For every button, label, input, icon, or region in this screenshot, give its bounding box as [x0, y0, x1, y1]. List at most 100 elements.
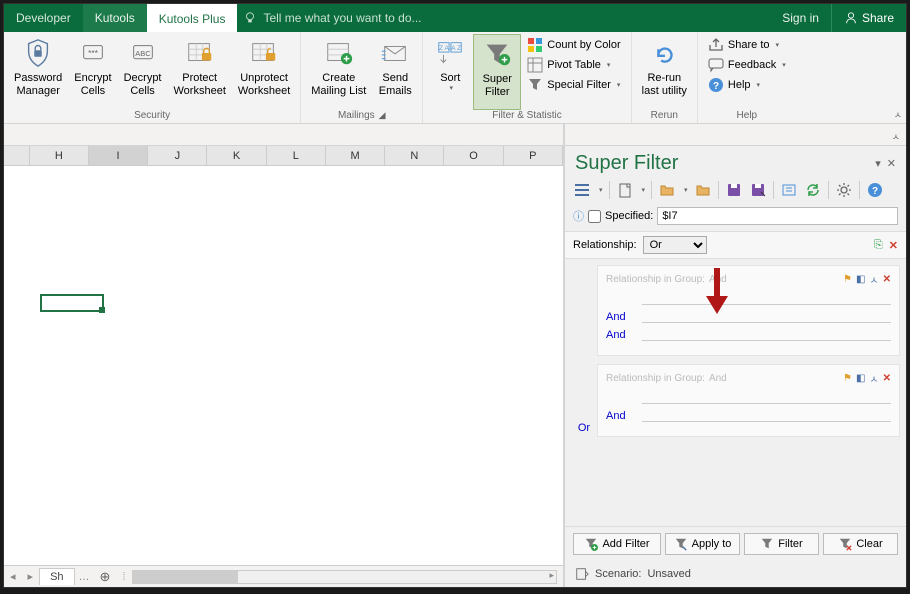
pane-collapse-caret[interactable]: ㅅ	[892, 130, 900, 143]
col-header[interactable]: N	[385, 146, 444, 165]
group-rel-value[interactable]: And	[709, 274, 727, 285]
filter-group-label: Filter & Statistic	[492, 110, 561, 123]
funnel-plus-icon	[584, 537, 598, 551]
col-header[interactable]: M	[326, 146, 385, 165]
scroll-right-button[interactable]: ▸	[549, 570, 554, 581]
protect-worksheet-button[interactable]: Protect Worksheet	[168, 34, 232, 110]
sign-in-button[interactable]: Sign in	[770, 4, 831, 32]
col-header[interactable]: H	[30, 146, 89, 165]
new-scenario-icon[interactable]	[616, 181, 634, 199]
chevron-down-icon: ▾	[776, 41, 780, 49]
relationship-select[interactable]: Or	[643, 236, 707, 254]
open-folder-icon[interactable]	[658, 181, 676, 199]
help-button[interactable]: ? Help▾	[706, 76, 788, 94]
password-manager-label: Password Manager	[14, 72, 62, 97]
apply-to-button[interactable]: Apply to	[665, 533, 740, 555]
share-to-button[interactable]: Share to▾	[706, 36, 788, 54]
filter-condition[interactable]: And	[606, 329, 891, 341]
group-rel-value[interactable]: And	[709, 373, 727, 384]
tab-kutools[interactable]: Kutools	[83, 4, 147, 32]
help-icon[interactable]: ?	[866, 181, 884, 199]
group-delete-icon[interactable]: ✕	[883, 274, 891, 285]
selected-cell[interactable]	[40, 294, 104, 312]
group-expand-icon[interactable]: ◧	[856, 373, 865, 384]
send-emails-button[interactable]: Send Emails	[372, 34, 418, 110]
pane-close-button[interactable]: ✕	[887, 157, 896, 170]
special-filter-button[interactable]: Special Filter▾	[525, 76, 622, 94]
column-headers[interactable]: H I J K L M N O P	[4, 146, 563, 166]
specified-range-input[interactable]	[657, 207, 898, 225]
encrypt-cells-button[interactable]: *** Encrypt Cells	[68, 34, 117, 110]
gear-icon[interactable]	[835, 181, 853, 199]
tab-splitter[interactable]: ⁞	[122, 571, 125, 583]
save-as-icon[interactable]	[749, 181, 767, 199]
group-flag-icon[interactable]: ⚑	[843, 274, 852, 285]
group-flag-icon[interactable]: ⚑	[843, 373, 852, 384]
sheet-nav-next[interactable]: ▸	[22, 570, 40, 583]
info-icon[interactable]: ⓘ	[573, 208, 584, 224]
sheet-tab[interactable]: Sh	[39, 568, 74, 585]
encrypt-cells-label: Encrypt Cells	[74, 72, 111, 97]
delete-relationship-icon[interactable]: ✕	[889, 239, 898, 252]
create-mailing-list-button[interactable]: Create Mailing List	[305, 34, 372, 110]
filter-condition[interactable]: -	[606, 293, 891, 305]
collapse-ribbon-button[interactable]: ㅅ	[894, 108, 902, 121]
col-header[interactable]: J	[148, 146, 207, 165]
feedback-button[interactable]: Feedback▾	[706, 56, 788, 74]
funnel-icon	[760, 537, 774, 551]
super-filter-button[interactable]: Super Filter	[473, 34, 521, 110]
spreadsheet-grid[interactable]	[4, 166, 563, 565]
share-button[interactable]: Share	[831, 4, 906, 32]
sheet-tab-more[interactable]: …	[75, 571, 94, 583]
save-icon[interactable]	[725, 181, 743, 199]
add-filter-button[interactable]: Add Filter	[573, 533, 661, 555]
menu-icon[interactable]	[573, 181, 591, 199]
share-to-icon	[708, 37, 724, 53]
tell-me-search[interactable]: Tell me what you want to do...	[237, 4, 770, 32]
filter-button[interactable]: Filter	[744, 533, 819, 555]
filter-condition[interactable]: And	[606, 410, 891, 422]
col-header[interactable]: P	[504, 146, 563, 165]
rerun-button[interactable]: Re-run last utility	[636, 34, 693, 110]
refresh-icon[interactable]	[804, 181, 822, 199]
col-header[interactable]: K	[207, 146, 266, 165]
group-expand-icon[interactable]: ◧	[856, 274, 865, 285]
group-up-icon[interactable]: ㅅ	[869, 272, 878, 287]
clear-button[interactable]: Clear	[823, 533, 898, 555]
group-delete-icon[interactable]: ✕	[883, 373, 891, 384]
mailings-group-label: Mailings	[338, 110, 375, 121]
clear-label: Clear	[856, 538, 882, 550]
sort-icon: Z AA Z	[433, 36, 467, 70]
decrypt-cells-button[interactable]: ABC Decrypt Cells	[118, 34, 168, 110]
filter-group: Relationship in Group: And ⚑ ◧ ㅅ ✕ - And…	[597, 265, 900, 356]
password-manager-button[interactable]: Password Manager	[8, 34, 68, 110]
folder-icon[interactable]	[694, 181, 712, 199]
mailings-dialog-launcher[interactable]: ◢	[379, 110, 386, 121]
pivot-table-button[interactable]: Pivot Table▾	[525, 56, 622, 74]
horizontal-scrollbar[interactable]: ◂▸	[132, 570, 558, 584]
specified-checkbox[interactable]	[588, 210, 601, 223]
pivot-table-label: Pivot Table	[547, 59, 601, 71]
filter-condition[interactable]: -	[606, 392, 891, 404]
shield-lock-icon	[21, 36, 55, 70]
scrollbar-thumb[interactable]	[133, 571, 239, 583]
filter-condition[interactable]: And	[606, 311, 891, 323]
range-select-icon[interactable]	[780, 181, 798, 199]
add-sheet-button[interactable]: ⊕	[94, 569, 117, 585]
add-group-icon[interactable]: ⎘	[874, 239, 883, 252]
col-header[interactable]: O	[444, 146, 503, 165]
tab-developer[interactable]: Developer	[4, 4, 83, 32]
special-filter-icon	[527, 77, 543, 93]
unprotect-worksheet-button[interactable]: Unprotect Worksheet	[232, 34, 296, 110]
col-header[interactable]: L	[267, 146, 326, 165]
col-header[interactable]: I	[89, 146, 148, 165]
sheet-nav-prev[interactable]: ◂	[4, 570, 22, 583]
tab-kutools-plus[interactable]: Kutools Plus	[147, 4, 238, 32]
svg-text:Z A: Z A	[439, 45, 449, 52]
group-up-icon[interactable]: ㅅ	[869, 371, 878, 386]
pane-options-button[interactable]: ▾	[875, 157, 881, 170]
svg-text:ABC: ABC	[135, 49, 151, 58]
count-by-color-button[interactable]: Count by Color	[525, 36, 622, 54]
formula-bar-area	[4, 124, 563, 146]
sort-button[interactable]: Z AA Z Sort ▾	[427, 34, 473, 110]
